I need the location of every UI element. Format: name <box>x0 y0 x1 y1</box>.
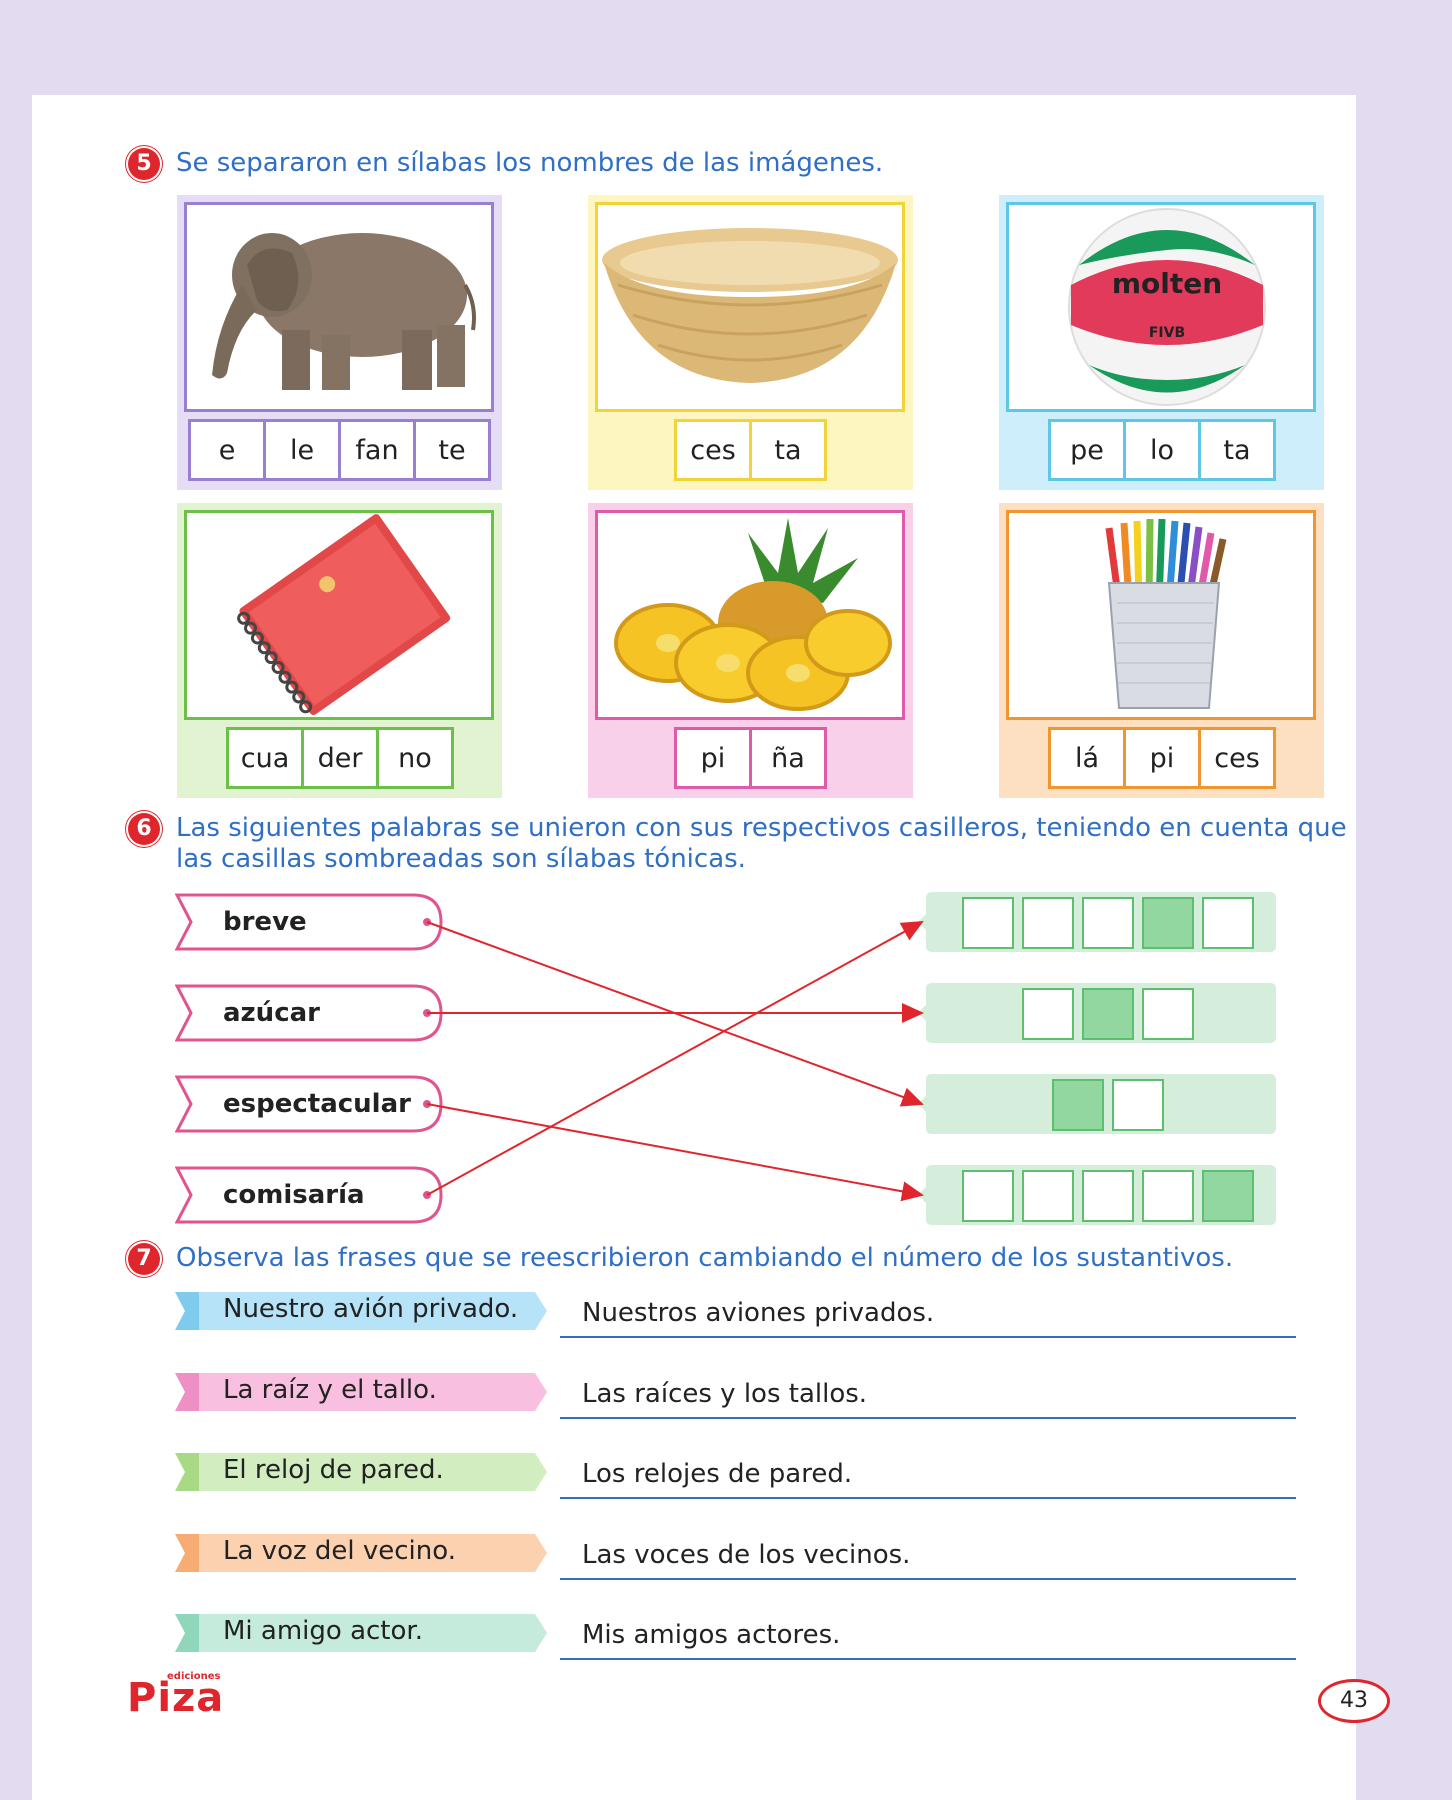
syllable-row: pe lo ta <box>1048 419 1276 481</box>
answer-line: Los relojes de pared. <box>560 1455 1296 1499</box>
syllable-box <box>1022 988 1074 1040</box>
syllable-box <box>1022 1170 1074 1222</box>
syllable-card-volleyball: molten FIVB pe lo ta <box>999 195 1324 490</box>
answer-text: Las raíces y los tallos. <box>582 1379 868 1409</box>
question-5-instruction: Se separaron en sílabas los nombres de l… <box>176 148 884 178</box>
syllable-box <box>1112 1079 1164 1131</box>
answer-text: Los relojes de pared. <box>582 1459 853 1489</box>
phrase-text: Mi amigo actor. <box>223 1616 423 1646</box>
notebook-photo <box>184 510 494 720</box>
syllable-box <box>962 1170 1014 1222</box>
volleyball-photo: molten FIVB <box>1006 202 1316 412</box>
publisher-logo: ediciones Piza <box>127 1671 224 1721</box>
pencils-photo <box>1006 510 1316 720</box>
syllable-box: te <box>413 419 491 481</box>
ball-mark: FIVB <box>1149 325 1185 341</box>
syllable-box <box>1142 988 1194 1040</box>
word-label: azúcar <box>223 998 320 1028</box>
syllable-box: der <box>301 727 379 789</box>
syllable-row: ces ta <box>674 419 827 481</box>
phrase-tag: El reloj de pared. <box>175 1451 550 1493</box>
syllable-box: ta <box>749 419 827 481</box>
syllable-card-notebook: cua der no <box>177 503 502 798</box>
syllable-box: pi <box>1123 727 1201 789</box>
phrase-text: La raíz y el tallo. <box>223 1375 437 1405</box>
syllable-box-group <box>918 981 1276 1045</box>
word-label: comisaría <box>223 1180 365 1210</box>
question-6-number: 6 <box>128 813 160 845</box>
phrase-tag: Mi amigo actor. <box>175 1612 550 1654</box>
word-label: breve <box>223 907 307 937</box>
question-6-instruction-line1: Las siguientes palabras se unieron con s… <box>176 813 1347 843</box>
syllable-box <box>1022 897 1074 949</box>
syllable-box: lo <box>1123 419 1201 481</box>
phrase-tag: La raíz y el tallo. <box>175 1371 550 1413</box>
syllable-box: ces <box>1198 727 1276 789</box>
word-tag: azúcar <box>175 984 445 1042</box>
question-7-number: 7 <box>128 1243 160 1275</box>
answer-line: Las voces de los vecinos. <box>560 1536 1296 1580</box>
syllable-row: pi ña <box>674 727 827 789</box>
syllable-card-basket: ces ta <box>588 195 913 490</box>
stressed-syllable-box <box>1052 1079 1104 1131</box>
word-label: espectacular <box>223 1089 411 1119</box>
stressed-syllable-box <box>1082 988 1134 1040</box>
syllable-box-group <box>918 890 1276 954</box>
phrase-tag: La voz del vecino. <box>175 1532 550 1574</box>
syllable-row: e le fan te <box>188 419 491 481</box>
syllable-card-pineapple: pi ña <box>588 503 913 798</box>
question-7-instruction: Observa las frases que se reescribieron … <box>176 1243 1234 1273</box>
elephant-photo <box>184 202 494 412</box>
answer-text: Las voces de los vecinos. <box>582 1540 911 1570</box>
syllable-box-group <box>918 1072 1276 1136</box>
phrase-tag: Nuestro avión privado. <box>175 1290 550 1332</box>
syllable-card-elephant: e le fan te <box>177 195 502 490</box>
phrase-text: El reloj de pared. <box>223 1455 444 1485</box>
syllable-box: e <box>188 419 266 481</box>
syllable-box: pi <box>674 727 752 789</box>
syllable-box: ta <box>1198 419 1276 481</box>
answer-text: Nuestros aviones privados. <box>582 1298 935 1328</box>
syllable-box: fan <box>338 419 416 481</box>
syllable-box: lá <box>1048 727 1126 789</box>
syllable-box: cua <box>226 727 304 789</box>
phrase-text: Nuestro avión privado. <box>223 1294 519 1324</box>
answer-line: Nuestros aviones privados. <box>560 1294 1296 1338</box>
syllable-box: ces <box>674 419 752 481</box>
syllable-box: no <box>376 727 454 789</box>
stressed-syllable-box <box>1142 897 1194 949</box>
answer-line: Las raíces y los tallos. <box>560 1375 1296 1419</box>
syllable-box <box>1202 897 1254 949</box>
publisher-logo-small: ediciones <box>167 1671 221 1682</box>
syllable-box <box>962 897 1014 949</box>
question-5-number: 5 <box>128 148 160 180</box>
syllable-box <box>1082 1170 1134 1222</box>
syllable-box <box>1142 1170 1194 1222</box>
answer-line: Mis amigos actores. <box>560 1616 1296 1660</box>
basket-photo <box>595 202 905 412</box>
answer-text: Mis amigos actores. <box>582 1620 841 1650</box>
word-tag: espectacular <box>175 1075 445 1133</box>
syllable-box <box>1082 897 1134 949</box>
syllable-card-pencils: lá pi ces <box>999 503 1324 798</box>
question-6-instruction-line2: las casillas sombreadas son sílabas tóni… <box>176 844 746 874</box>
syllable-box: le <box>263 419 341 481</box>
syllable-row: cua der no <box>226 727 454 789</box>
syllable-row: lá pi ces <box>1048 727 1276 789</box>
pineapple-photo <box>595 510 905 720</box>
syllable-box: pe <box>1048 419 1126 481</box>
stressed-syllable-box <box>1202 1170 1254 1222</box>
syllable-box-group <box>918 1163 1276 1227</box>
page-number: 43 <box>1318 1679 1390 1723</box>
word-tag: breve <box>175 893 445 951</box>
word-tag: comisaría <box>175 1166 445 1224</box>
syllable-box: ña <box>749 727 827 789</box>
phrase-text: La voz del vecino. <box>223 1536 456 1566</box>
ball-brand: molten <box>1112 267 1222 300</box>
